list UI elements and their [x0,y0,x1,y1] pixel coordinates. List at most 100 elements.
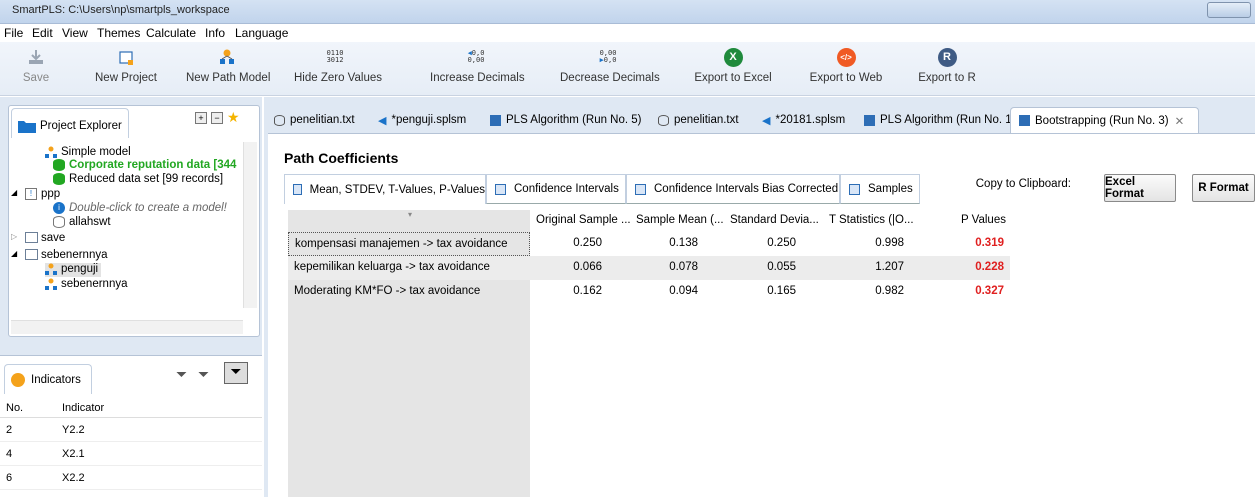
model-icon [45,278,57,290]
increase-decimals-icon: ◀0,0 0,00 [467,49,485,64]
tab-bootstrapping-run-3[interactable]: Bootstrapping (Run No. 3) ✕ [1010,107,1199,133]
save-button[interactable]: Save [22,46,50,92]
explorer-vertical-scrollbar[interactable] [243,142,257,308]
menu-view[interactable]: View [62,26,88,40]
column-header[interactable]: T Statistics (|O... [829,214,914,226]
hide-zero-values-button[interactable]: 0110 3012 Hide Zero Values [294,46,382,92]
sort-indicator-icon[interactable]: ▾ [408,210,412,219]
column-header[interactable]: Standard Devia... [730,214,819,226]
model-icon: ◀ [378,114,387,127]
tab-penguji-model[interactable]: ◀ *penguji.splsm [378,107,466,133]
cell-tstat: 1.207 [875,261,904,273]
menu-file[interactable]: File [4,26,23,40]
save-icon [22,46,50,68]
new-path-model-icon [186,46,268,68]
cell-pvalue: 0.228 [975,261,1004,273]
decrease-decimals-button[interactable]: 0,00 ▶0,0 Decrease Decimals [560,46,660,92]
subtab-confidence-intervals-bias[interactable]: Confidence Intervals Bias Corrected [626,174,840,204]
hide-zero-values-icon: 0110 3012 [326,49,344,64]
cell-mean: 0.078 [669,261,698,273]
cell-tstat: 0.998 [875,237,904,249]
menu-themes[interactable]: Themes [97,26,140,40]
left-panel: Project Explorer + − ★ Simple model Corp… [0,97,262,497]
table-icon [495,183,506,195]
window-title: SmartPLS: C:\Users\np\smartpls_workspace [12,4,230,16]
decrease-decimals-icon: 0,00 ▶0,0 [599,49,617,64]
star-icon[interactable]: ★ [227,109,240,126]
filter-icon[interactable]: ⏷ [198,366,209,383]
copy-to-clipboard-label: Copy to Clipboard: [975,178,1071,190]
expand-all-icon[interactable]: + [195,112,207,124]
table-row[interactable]: kompensasi manajemen -> tax avoidance 0.… [288,232,1010,256]
report-icon [490,114,501,126]
column-header[interactable]: P Values [961,214,1006,226]
collapse-all-icon[interactable]: − [211,112,223,124]
report-icon [1019,115,1030,126]
project-explorer-tab[interactable]: Project Explorer [11,108,129,138]
table-row[interactable]: kepemilikan keluarga -> tax avoidance 0.… [288,256,1010,280]
export-web-button[interactable]: </> Export to Web [808,46,884,92]
explorer-horizontal-scrollbar[interactable] [11,320,243,334]
cell-mean: 0.138 [669,237,698,249]
subtab-confidence-intervals[interactable]: Confidence Intervals [486,174,626,204]
data-icon [53,173,65,185]
filter-active-icon[interactable]: ⏷ [224,362,248,384]
r-icon: R [917,46,977,68]
column-header[interactable]: Original Sample ... [536,214,631,226]
web-icon: </> [808,46,884,68]
cell-mean: 0.094 [669,285,698,297]
cell-stdev: 0.055 [767,261,796,273]
increase-decimals-button[interactable]: ◀0,0 0,00 Increase Decimals [430,46,525,92]
window-controls[interactable] [1207,2,1251,18]
new-project-button[interactable]: New Project [94,46,158,92]
editor-tab-strip: penelitian.txt ◀ *penguji.splsm PLS Algo… [268,107,1255,133]
table-icon [849,183,860,195]
menu-edit[interactable]: Edit [32,26,53,40]
project-icon [25,232,38,243]
cell-original: 0.162 [573,285,602,297]
tree-item-penguji[interactable]: penguji [45,263,101,277]
data-icon [658,114,669,126]
indicators-tab[interactable]: Indicators [4,364,92,394]
expand-icon[interactable]: ◢ [11,249,17,258]
subtab-mean-stdev[interactable]: Mean, STDEV, T-Values, P-Values [284,174,486,204]
expand-icon[interactable]: ◢ [11,188,17,197]
r-format-button[interactable]: R Format [1192,174,1255,202]
cell-original: 0.066 [573,261,602,273]
indicators-table-header: No. Indicator [0,400,262,418]
row-label: kompensasi manajemen -> tax avoidance [288,232,530,256]
cell-tstat: 0.982 [875,285,904,297]
export-r-button[interactable]: R Export to R [917,46,977,92]
indicators-icon [11,373,25,387]
data-icon [53,159,65,171]
tab-20181-model[interactable]: ◀ *20181.splsm [762,107,845,133]
column-header[interactable]: Sample Mean (... [636,214,724,226]
export-excel-button[interactable]: X Export to Excel [694,46,772,92]
toolbar: Save New Project New Path Model 0110 3012… [0,42,1255,96]
new-path-model-button[interactable]: New Path Model [186,46,270,92]
folder-icon [18,121,36,133]
table-row[interactable]: Moderating KM*FO -> tax avoidance 0.162 … [288,280,1010,304]
data-icon [274,114,285,126]
excel-icon: X [694,46,772,68]
subtab-samples[interactable]: Samples [840,174,920,204]
tab-penelitian-2[interactable]: penelitian.txt [658,107,739,133]
tab-penelitian-1[interactable]: penelitian.txt [274,107,355,133]
menu-calculate[interactable]: Calculate [146,26,196,40]
indicator-row[interactable]: 4 X2.1 [0,442,262,466]
indicator-row[interactable]: 6 X2.2 [0,466,262,490]
project-explorer-panel: Project Explorer + − ★ Simple model Corp… [8,105,260,337]
table-icon [635,183,646,195]
close-tab-icon[interactable]: ✕ [1175,114,1185,128]
menu-language[interactable]: Language [235,26,288,40]
expand-icon[interactable]: ▷ [11,232,17,241]
tab-pls-run-1[interactable]: PLS Algorithm (Run No. 1) [864,107,1016,133]
new-project-icon [94,46,158,68]
menu-info[interactable]: Info [205,26,225,40]
indicator-row[interactable]: 2 Y2.2 [0,418,262,442]
model-icon [45,263,57,275]
excel-format-button[interactable]: Excel Format [1104,174,1176,202]
project-icon: ! [25,188,37,200]
tab-pls-run-5[interactable]: PLS Algorithm (Run No. 5) [490,107,642,133]
filter-icon[interactable]: ⏷ [176,366,187,383]
